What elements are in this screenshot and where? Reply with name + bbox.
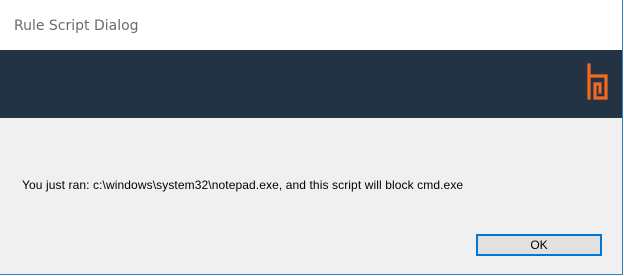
dialog-body: You just ran: c:\windows\system32\notepa… xyxy=(0,118,622,274)
ok-button[interactable]: OK xyxy=(476,234,602,256)
window-title: Rule Script Dialog xyxy=(14,18,139,34)
brand-logo-icon xyxy=(587,63,608,100)
ok-button-label: OK xyxy=(530,238,548,252)
header-banner xyxy=(0,50,622,118)
title-bar[interactable]: Rule Script Dialog xyxy=(0,0,622,50)
rule-script-dialog: Rule Script Dialog You just ran: c:\wind… xyxy=(0,0,623,275)
dialog-message: You just ran: c:\windows\system32\notepa… xyxy=(22,178,464,192)
